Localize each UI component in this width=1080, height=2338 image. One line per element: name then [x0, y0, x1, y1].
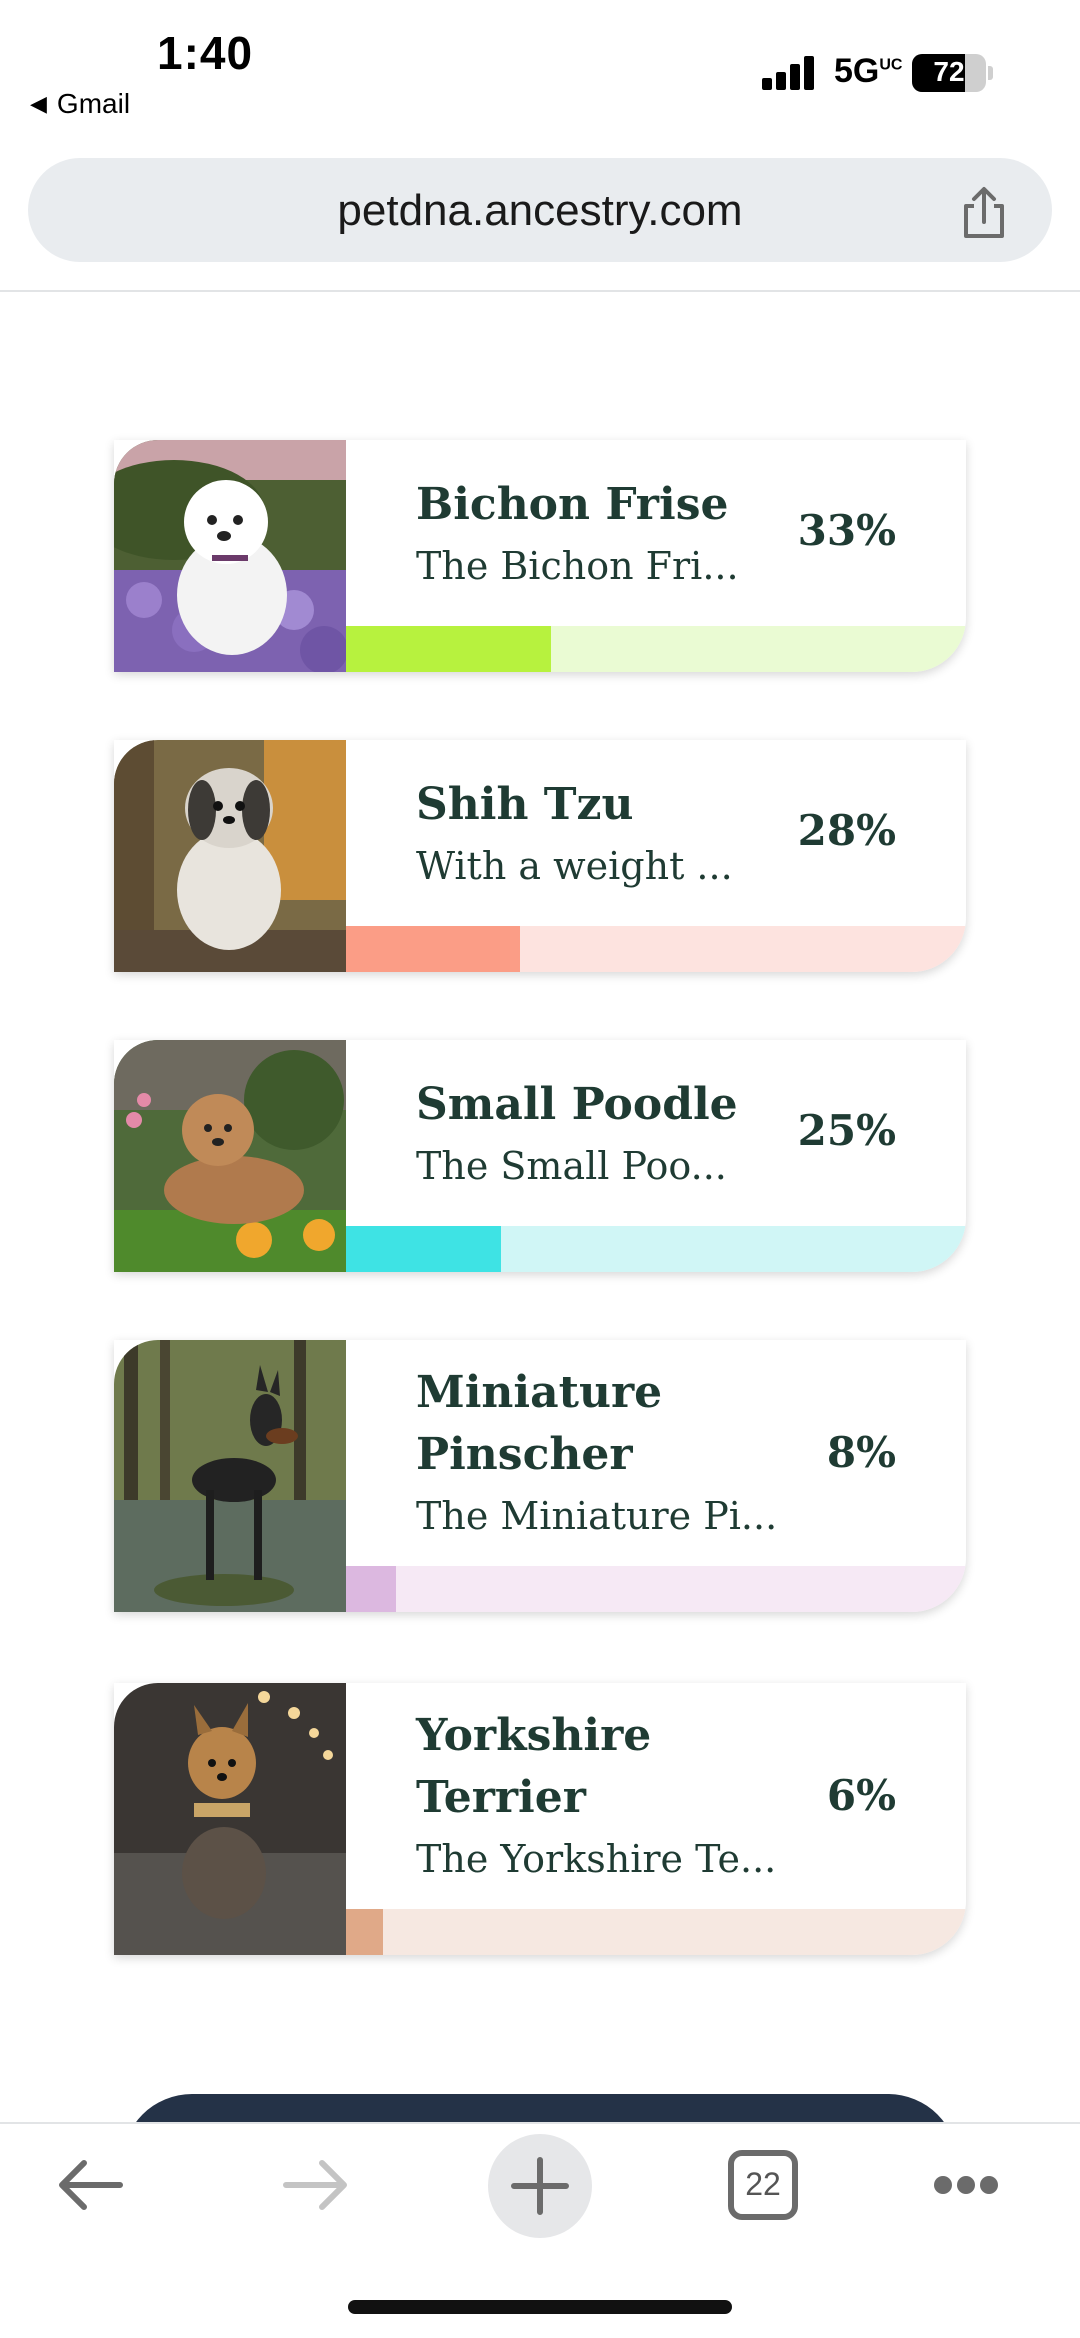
share-icon[interactable] — [956, 186, 1012, 242]
breed-percent: 6% — [826, 1771, 896, 1820]
breed-name: Small Poodle — [416, 1079, 738, 1130]
tabs-count: 22 — [745, 2166, 781, 2202]
breed-name: Yorkshire Terrier — [416, 1710, 652, 1823]
network-type: 5GUC — [834, 52, 903, 90]
breed-percent: 8% — [826, 1428, 896, 1477]
breed-name: Bichon Frise — [416, 479, 729, 530]
small-poodle-photo — [114, 1040, 346, 1272]
shih-tzu-photo — [114, 740, 346, 972]
percent-bar-fill — [346, 926, 520, 972]
home-indicator — [348, 2300, 732, 2314]
arrow-left-icon[interactable] — [56, 2158, 124, 2212]
breed-description: The Bichon Fri... — [416, 544, 739, 588]
percent-bar-fill — [346, 1226, 501, 1272]
breed-card-bichon-frise[interactable]: Bichon Frise The Bichon Fri... 33% — [114, 440, 966, 672]
breed-card-miniature-pinscher[interactable]: Miniature Pinscher The Miniature Pi... 8% — [114, 1340, 966, 1612]
bichon-frise-photo — [114, 440, 346, 672]
breed-percent: 33% — [797, 506, 896, 555]
plus-icon — [511, 2157, 569, 2215]
breed-percent: 25% — [797, 1106, 896, 1155]
breed-description: The Yorkshire Te... — [416, 1837, 777, 1881]
arrow-right-icon[interactable] — [282, 2158, 350, 2212]
clock: 1:40 — [157, 27, 254, 79]
back-to-app-link[interactable]: ◀ Gmail — [30, 88, 130, 120]
breed-percent: 28% — [797, 806, 896, 855]
breed-description: The Miniature Pi... — [416, 1494, 778, 1538]
address-bar-divider — [0, 290, 1080, 292]
percent-bar-track — [346, 1909, 966, 1955]
breed-card-small-poodle[interactable]: Small Poodle The Small Poo... 25% — [114, 1040, 966, 1272]
more-icon[interactable] — [934, 2176, 998, 2196]
battery-percent: 72 — [933, 56, 965, 87]
breed-card-shih-tzu[interactable]: Shih Tzu With a weight ... 28% — [114, 740, 966, 972]
breed-description: The Small Poo... — [416, 1144, 727, 1188]
percent-bar-track — [346, 1566, 966, 1612]
battery-tip — [988, 66, 993, 80]
miniature-pinscher-photo — [114, 1340, 346, 1612]
address-bar[interactable]: petdna.ancestry.com — [28, 158, 1052, 262]
tabs-icon[interactable]: 22 — [728, 2150, 798, 2220]
status-bar: 1:40 ◀ Gmail 5GUC 72 — [0, 0, 1080, 150]
back-triangle-icon: ◀ — [30, 91, 47, 116]
battery-icon: 72 — [912, 54, 986, 92]
cellular-signal-icon — [762, 56, 818, 90]
percent-bar-fill — [346, 1909, 383, 1955]
breed-name: Shih Tzu — [416, 779, 634, 830]
back-app-label: Gmail — [56, 88, 131, 119]
breed-name: Miniature Pinscher — [416, 1367, 663, 1480]
yorkshire-terrier-photo — [114, 1683, 346, 1955]
percent-bar-fill — [346, 626, 551, 672]
new-tab-button[interactable] — [488, 2134, 592, 2238]
percent-bar-fill — [346, 1566, 396, 1612]
breed-description: With a weight ... — [416, 844, 733, 888]
url-text: petdna.ancestry.com — [337, 186, 743, 235]
breed-card-yorkshire-terrier[interactable]: Yorkshire Terrier The Yorkshire Te... 6% — [114, 1683, 966, 1955]
